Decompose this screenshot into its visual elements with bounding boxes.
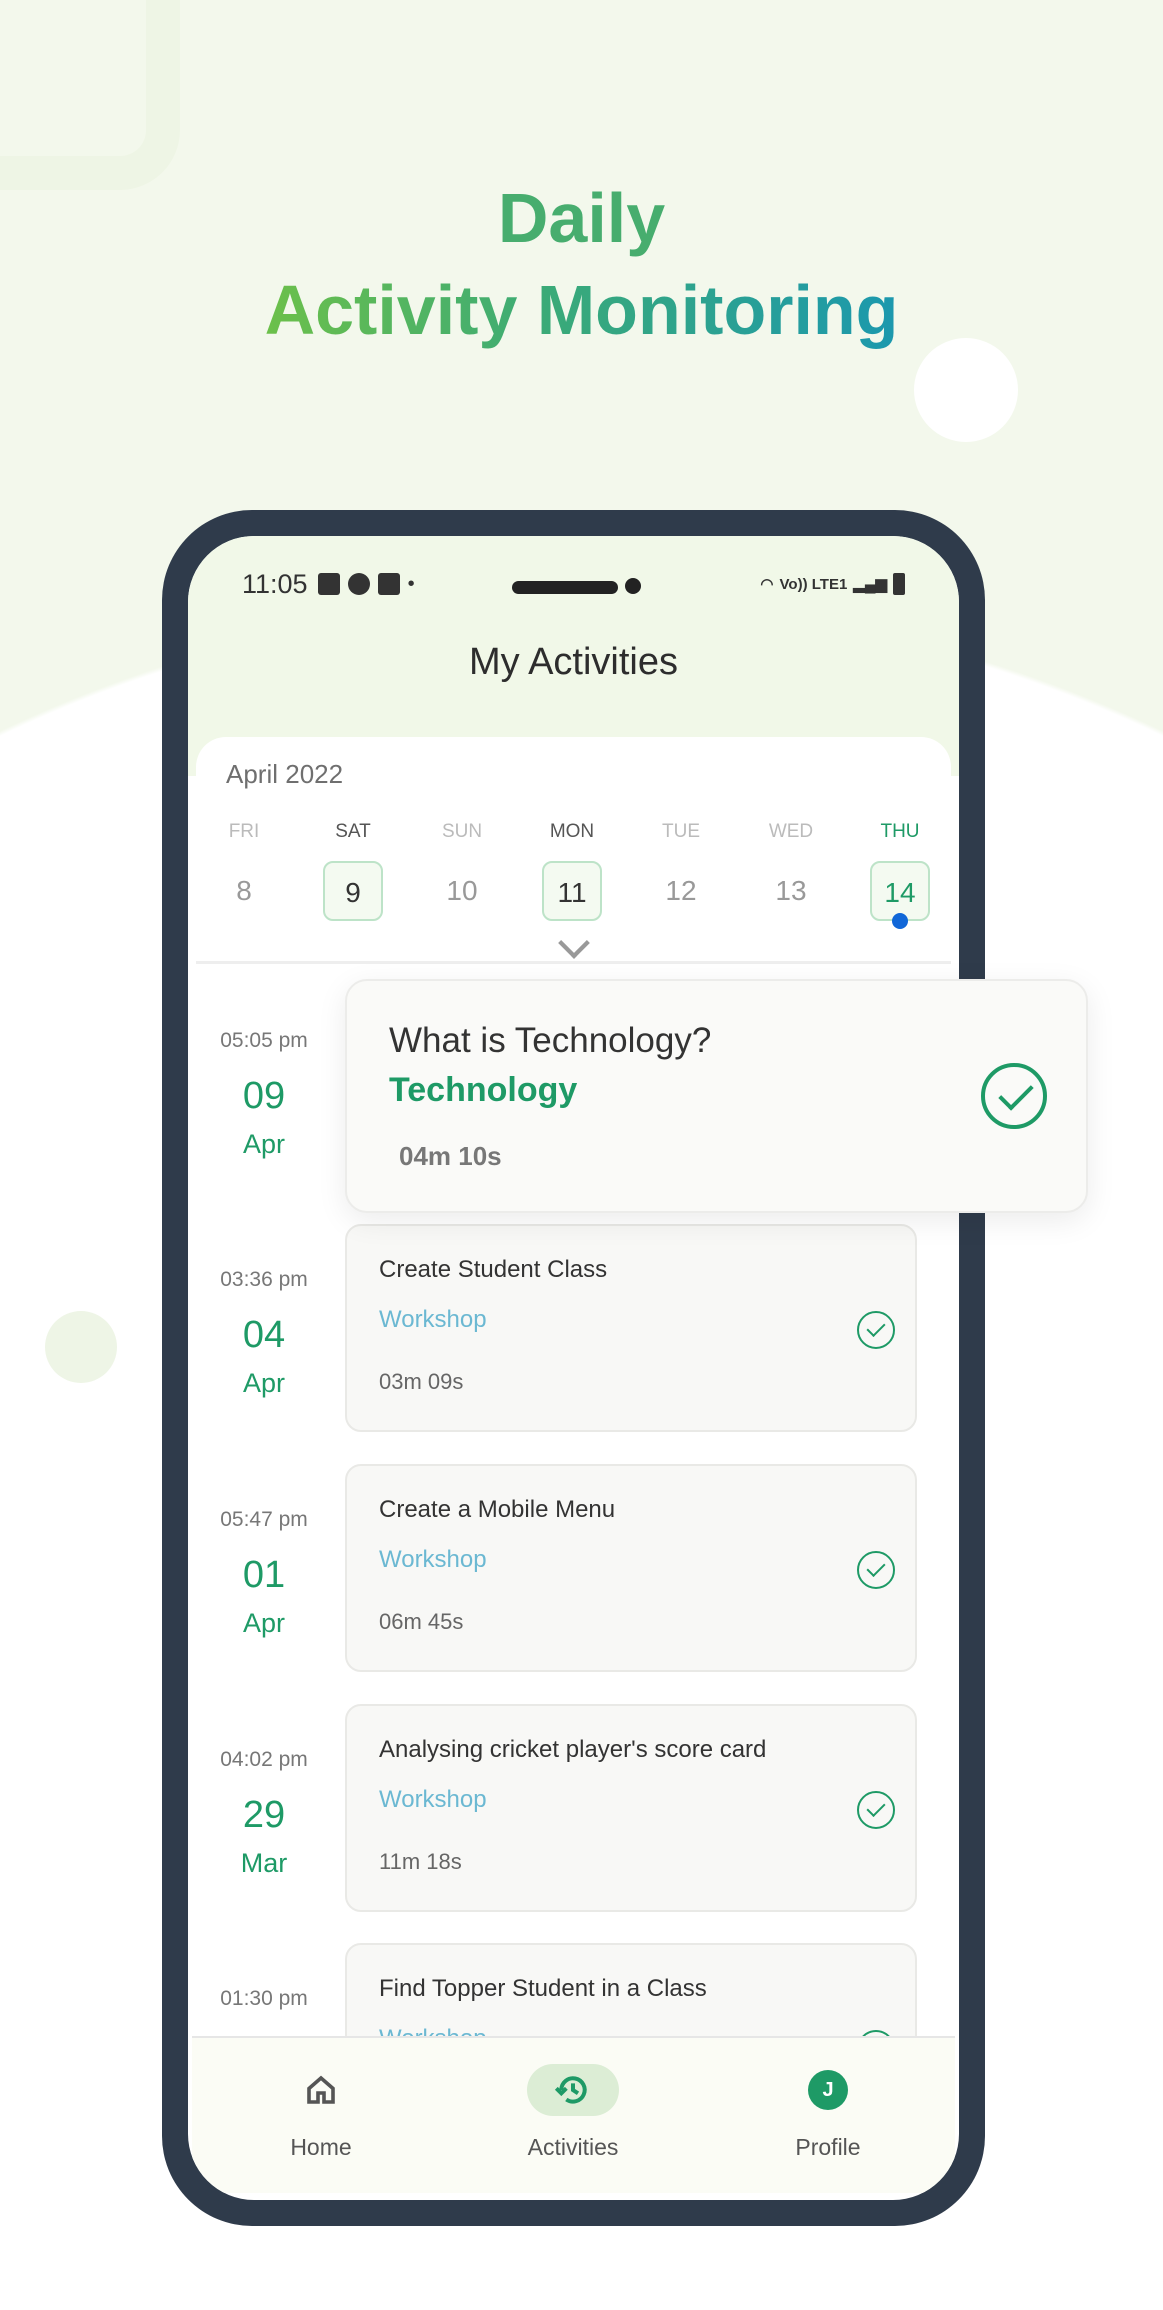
day-number: 8 [236,875,252,906]
nav-activities[interactable]: Activities [493,2038,653,2195]
phone-frame: 11:05 • ◠ Vo)) LTE1 ▂▄▆ My Activities Ap… [162,510,985,2226]
day-number: 10 [446,875,478,906]
chevron-down-icon[interactable] [557,927,590,959]
activity-title: Find Topper Student in a Class [379,1975,707,2002]
check-circle-icon [857,1551,895,1589]
home-icon [307,2075,335,2104]
day-name: THU [880,821,920,842]
signal-icon: ▂▄▆ [853,576,887,593]
activity-time: 05:47 pm [220,1508,308,1531]
activity-row: 05:47 pm 01 Apr Create a Mobile Menu Work… [188,1464,959,1718]
activity-month: Apr [242,1368,286,1398]
gallery-icon [317,573,340,595]
activity-category: Workshop [379,1546,487,1573]
activity-time: 01:30 pm [220,1987,308,2010]
dot-icon: • [407,572,415,595]
activity-time: 05:05 pm [220,1029,308,1052]
day-name: TUE [662,821,700,842]
history-icon [554,2076,587,2104]
featured-activity-card[interactable]: What is Technology? Technology 04m 10s [345,979,1088,1213]
decorative-circle [45,1311,117,1383]
week-calendar: April 2022 FRI 8 SAT 9 SUN 10 MON 11 TUE 12 W… [196,737,951,961]
day-number: 11 [542,861,602,921]
activity-day: 09 [242,1075,286,1117]
decorative-shape [0,0,180,190]
activity-day: 04 [242,1314,286,1356]
bottom-nav: Home Activities J Profile [192,2036,955,2193]
activity-duration: 11m 18s [379,1849,462,1874]
hero-title-line2: Activity Monitoring [0,270,1163,350]
activity-title: Create a Mobile Menu [379,1496,616,1523]
calendar-day[interactable]: TUE 12 [641,821,721,921]
nav-profile-label: Profile [795,2134,861,2160]
nav-home-label: Home [290,2134,352,2160]
day-number-text: 14 [884,877,916,908]
activity-time: 04:02 pm [220,1748,308,1771]
day-name: MON [549,821,595,842]
page-title: My Activities [468,641,679,683]
calendar-day[interactable]: SUN 10 [422,821,502,921]
day-number: 9 [323,861,383,921]
account-icon [347,573,370,595]
wifi-icon: ◠ [760,576,774,593]
calendar-day[interactable]: FRI 8 [204,821,284,921]
activity-time: 03:36 pm [220,1268,308,1291]
avatar: J [808,2070,848,2110]
calendar-day[interactable]: WED 13 [751,821,831,921]
activity-title: Analysing cricket player's score card [379,1736,767,1763]
activity-month: Mar [240,1848,288,1878]
day-number: 13 [775,875,807,906]
calendar-day-today[interactable]: THU 14 [860,821,940,929]
calendar-icon [377,573,400,595]
nav-profile[interactable]: J Profile [748,2038,908,2195]
day-number: 12 [665,875,697,906]
network-label: Vo)) LTE1 [779,575,848,593]
divider [196,961,951,964]
check-circle-icon [857,1311,895,1349]
activity-row: 03:36 pm 04 Apr Create Student Class Work… [188,1224,959,1478]
activity-day: 29 [242,1794,286,1836]
activity-card[interactable]: Create Student Class Workshop 03m 09s [345,1224,917,1432]
nav-activities-label: Activities [527,2134,619,2160]
activity-title: What is Technology? [389,1021,712,1060]
activity-card[interactable]: Create a Mobile Menu Workshop 06m 45s [345,1464,917,1672]
calendar-month: April 2022 [226,759,344,789]
activity-month: Apr [242,1608,286,1638]
activity-month: Apr [242,1129,286,1159]
activity-title: Create Student Class [379,1256,608,1283]
activity-category: Workshop [379,1786,487,1813]
day-name: SUN [441,821,483,842]
activity-day: 01 [242,1554,286,1596]
calendar-day[interactable]: MON 11 [532,821,612,921]
day-number: 14 [870,861,930,929]
activity-category: Technology [389,1071,578,1109]
hero-title-text: Activity Monitoring [264,271,899,349]
status-time: 11:05 [242,568,308,599]
day-name: WED [768,821,814,842]
activity-duration: 06m 45s [379,1609,464,1634]
decorative-circle [914,338,1018,442]
activity-duration: 04m 10s [399,1141,502,1171]
activity-row: 04:02 pm 29 Mar Analysing cricket player… [188,1704,959,1958]
activity-duration: 03m 09s [379,1369,464,1394]
event-dot [892,913,908,929]
day-name: SAT [335,821,371,842]
calendar-day[interactable]: SAT 9 [313,821,393,921]
phone-screen: 11:05 • ◠ Vo)) LTE1 ▂▄▆ My Activities Ap… [188,536,959,2200]
activity-card[interactable]: Analysing cricket player's score card Wor… [345,1704,917,1912]
hero-title-line1: Daily [497,179,666,257]
battery-icon [893,573,905,595]
check-circle-icon [857,1791,895,1829]
nav-home[interactable]: Home [241,2038,401,2195]
day-name: FRI [228,821,260,842]
check-circle-icon [981,1063,1047,1129]
status-bar: 11:05 • ◠ Vo)) LTE1 ▂▄▆ [242,564,905,604]
activity-category: Workshop [379,1306,487,1333]
